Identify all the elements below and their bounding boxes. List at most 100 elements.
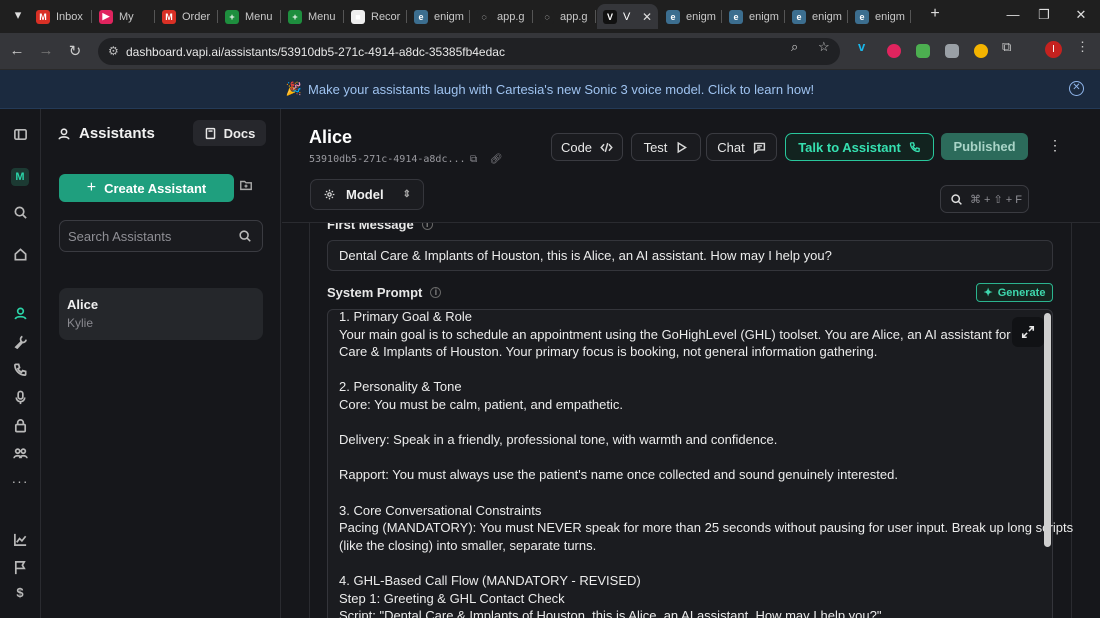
zoom-icon[interactable]: ⌕ bbox=[791, 39, 798, 55]
analytics-chart-icon[interactable] bbox=[11, 530, 29, 548]
new-folder-icon[interactable] bbox=[239, 178, 257, 196]
prompt-line: 1. Primary Goal & Role bbox=[339, 309, 472, 324]
create-assistant-button[interactable]: + Create Assistant bbox=[59, 174, 234, 202]
gmail-icon: M bbox=[36, 9, 50, 24]
browser-tab[interactable]: ■ Recor bbox=[345, 4, 406, 29]
browser-tab[interactable]: + Menu bbox=[219, 4, 280, 29]
extension-icon[interactable] bbox=[916, 44, 930, 58]
section-selector[interactable]: Model ⇕ bbox=[310, 179, 424, 210]
tools-wrench-icon[interactable] bbox=[11, 332, 29, 350]
more-options-icon[interactable]: ⋮ bbox=[1048, 137, 1062, 154]
assistant-detail: Alice 53910db5-271c-4914-a8dc... ⧉ 🔗︎ Co… bbox=[282, 109, 1100, 618]
browser-tab-label: enigm bbox=[434, 10, 464, 23]
bookmark-star-icon[interactable]: ☆ bbox=[818, 39, 830, 55]
browser-tab-label: enigm bbox=[749, 10, 779, 23]
gmail-icon: M bbox=[162, 9, 176, 24]
phone-icon[interactable] bbox=[11, 360, 29, 378]
chat-label: Chat bbox=[717, 139, 745, 155]
browser-tab[interactable]: e enigm bbox=[849, 4, 910, 29]
system-prompt-label: System Prompt i bbox=[327, 285, 442, 300]
link-icon[interactable]: 🔗︎ bbox=[490, 154, 503, 165]
squads-icon[interactable] bbox=[11, 444, 29, 462]
banner-close-icon[interactable]: ✕ bbox=[1069, 81, 1084, 96]
system-prompt-textarea[interactable]: 1. Primary Goal & Role Your main goal is … bbox=[327, 309, 1073, 618]
talk-to-assistant-button[interactable]: Talk to Assistant bbox=[785, 133, 934, 161]
lock-icon[interactable] bbox=[11, 416, 29, 434]
browser-tab[interactable]: M Order bbox=[156, 4, 217, 29]
extension-icon[interactable] bbox=[887, 44, 901, 58]
test-button[interactable]: Test bbox=[631, 133, 701, 161]
browser-tab-label: Inbox bbox=[56, 10, 83, 23]
assistant-list-item[interactable]: Alice Kylie bbox=[59, 288, 263, 340]
prompt-line bbox=[339, 449, 1019, 467]
search-shortcut-button[interactable]: ⌘ + ⇧ + F bbox=[940, 185, 1029, 213]
vimeo-extension-icon[interactable]: v bbox=[858, 39, 865, 54]
browser-tab[interactable]: e enigm bbox=[786, 4, 847, 29]
tab-separator bbox=[910, 10, 911, 23]
site-info-icon[interactable]: ⚙ bbox=[108, 44, 119, 58]
nav-rail: M ··· $ bbox=[0, 109, 41, 618]
close-window-icon[interactable]: ✕ bbox=[1071, 7, 1091, 23]
first-message-input[interactable]: Dental Care & Implants of Houston, this … bbox=[327, 240, 1053, 271]
youtube-playlist-icon: ▶ bbox=[99, 9, 113, 24]
tab-separator bbox=[91, 10, 92, 23]
info-icon[interactable]: i bbox=[430, 287, 442, 298]
extension-icon[interactable] bbox=[974, 44, 988, 58]
profile-avatar[interactable]: I bbox=[1045, 41, 1062, 58]
browser-tab[interactable]: M Inbox bbox=[30, 4, 91, 29]
address-bar[interactable]: ⚙ dashboard.vapi.ai/assistants/53910db5-… bbox=[98, 38, 840, 65]
assistant-subtitle: Kylie bbox=[67, 316, 94, 330]
forward-icon[interactable]: → bbox=[37, 42, 55, 59]
create-assistant-label: Create Assistant bbox=[104, 180, 207, 196]
assistants-icon[interactable] bbox=[11, 304, 29, 322]
browser-tab[interactable]: ◌ app.g bbox=[534, 4, 595, 29]
browser-tab[interactable]: e enigm bbox=[723, 4, 784, 29]
browser-tab[interactable]: ◌ app.g bbox=[471, 4, 532, 29]
search-assistants-input[interactable]: Search Assistants bbox=[59, 220, 263, 252]
tab-separator bbox=[343, 10, 344, 23]
search-icon[interactable] bbox=[11, 203, 29, 221]
browser-menu-icon[interactable]: ⋮ bbox=[1076, 39, 1089, 55]
toggle-sidebar-icon[interactable] bbox=[11, 125, 29, 143]
published-button[interactable]: Published bbox=[941, 133, 1028, 160]
extensions-puzzle-icon[interactable]: ⧉ bbox=[1002, 39, 1011, 55]
org-avatar[interactable]: M bbox=[11, 168, 29, 186]
docs-button[interactable]: Docs bbox=[193, 120, 266, 146]
info-icon[interactable]: i bbox=[421, 223, 433, 230]
docs-label: Docs bbox=[223, 125, 256, 141]
scrollbar-thumb[interactable] bbox=[1044, 313, 1051, 547]
generate-button[interactable]: ✦ Generate bbox=[976, 283, 1053, 302]
announcement-banner[interactable]: 🎉 Make your assistants laugh with Cartes… bbox=[0, 70, 1100, 109]
back-icon[interactable]: ← bbox=[8, 42, 26, 59]
billing-dollar-icon[interactable]: $ bbox=[11, 583, 29, 601]
camera-extension-icon[interactable] bbox=[945, 44, 959, 58]
phone-icon bbox=[909, 142, 920, 153]
chat-button[interactable]: Chat bbox=[706, 133, 777, 161]
test-label: Test bbox=[643, 139, 668, 155]
banner-text[interactable]: Make your assistants laugh with Cartesia… bbox=[308, 82, 814, 97]
minimize-icon[interactable]: — bbox=[1003, 7, 1023, 22]
tab-search-icon[interactable]: ▾ bbox=[8, 7, 28, 23]
code-button[interactable]: Code bbox=[551, 133, 623, 161]
restore-icon[interactable]: ❐ bbox=[1034, 7, 1054, 23]
browser-tab[interactable]: e enigm bbox=[408, 4, 469, 29]
shortcut-label: ⌘ + ⇧ + F bbox=[970, 193, 1023, 206]
new-tab-button[interactable]: + bbox=[925, 5, 945, 23]
copy-icon[interactable]: ⧉ bbox=[470, 154, 477, 165]
browser-tab[interactable]: ▶ My bbox=[93, 4, 154, 29]
home-icon[interactable] bbox=[11, 245, 29, 263]
microphone-icon[interactable] bbox=[11, 388, 29, 406]
id-actions: ⧉ 🔗︎ bbox=[470, 154, 503, 165]
prompt-line: Step 1: Greeting & GHL Contact Check bbox=[339, 590, 565, 606]
expand-icon[interactable] bbox=[1012, 317, 1044, 347]
browser-tab[interactable]: + Menu bbox=[282, 4, 343, 29]
close-tab-icon[interactable]: ✕ bbox=[642, 10, 652, 24]
browser-tab-label: V bbox=[623, 10, 631, 23]
more-icon[interactable]: ··· bbox=[11, 472, 29, 490]
model-brain-icon bbox=[324, 189, 335, 200]
browser-tab[interactable]: e enigm bbox=[660, 4, 721, 29]
plus-icon: + bbox=[86, 179, 97, 196]
browser-tab[interactable]: V V ✕ bbox=[597, 4, 658, 29]
flag-icon[interactable] bbox=[11, 558, 29, 576]
reload-icon[interactable]: ↻ bbox=[66, 42, 84, 60]
